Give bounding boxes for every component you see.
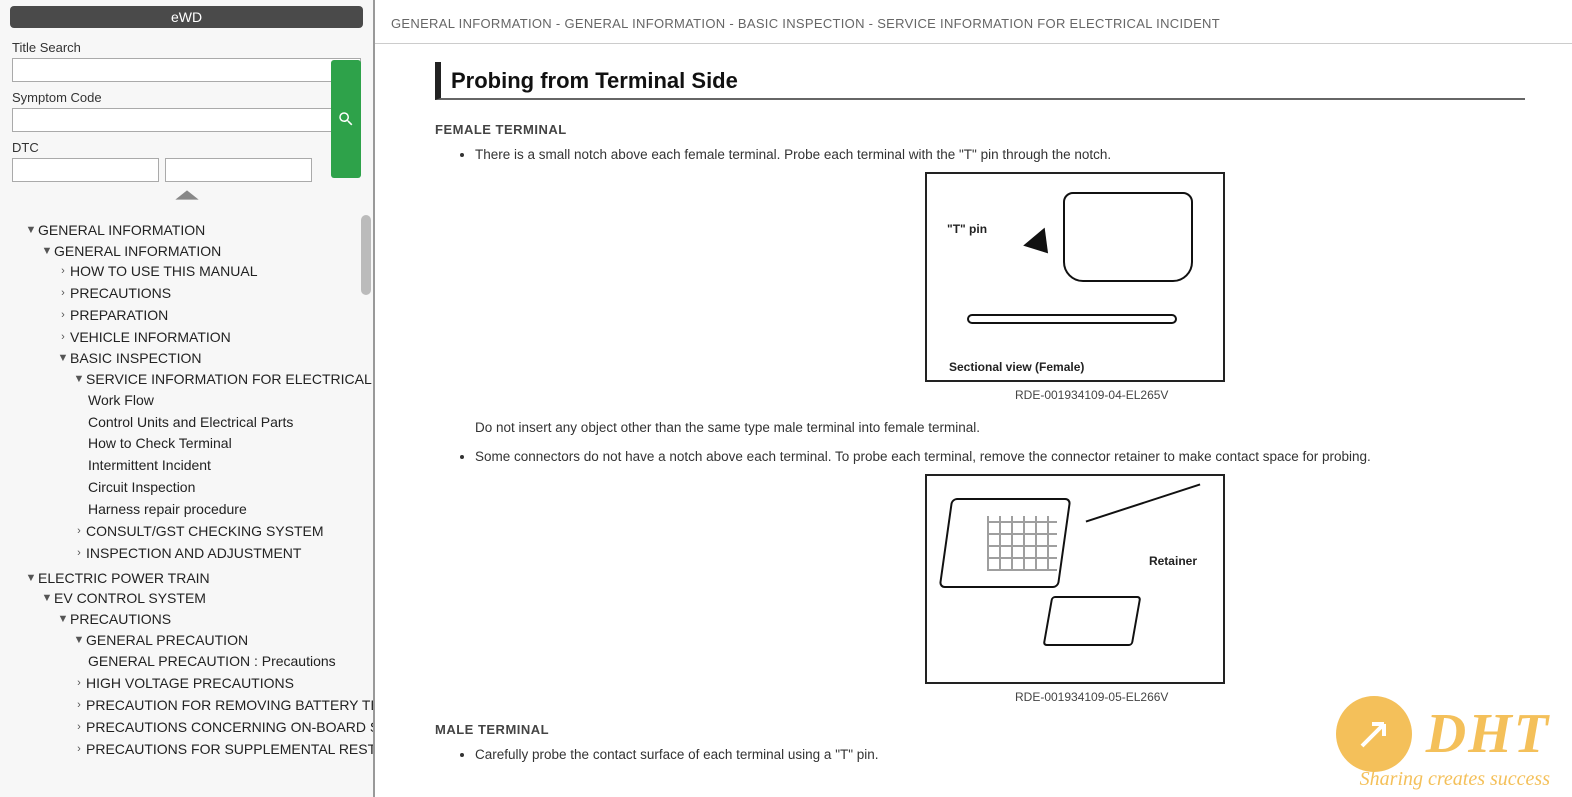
bullet-text: There is a small notch above each female… <box>475 147 1556 162</box>
tree-item[interactable]: ▼BASIC INSPECTION ▼SERVICE INFORMATION F… <box>56 347 373 564</box>
tree-leaf[interactable]: GENERAL PRECAUTION : Precautions <box>88 650 373 672</box>
dtc-label: DTC <box>12 140 361 155</box>
tree-item[interactable]: ›HOW TO USE THIS MANUAL <box>56 260 373 282</box>
tree-item[interactable]: ›PRECAUTIONS CONCERNING ON-BOARD SE <box>72 716 373 738</box>
ewd-button[interactable]: eWD <box>10 6 363 28</box>
symptom-code-select[interactable] <box>12 108 361 132</box>
tree-item[interactable]: ▼PRECAUTIONS ▼GENERAL PRECAUTION GENERAL… <box>56 608 373 762</box>
search-icon <box>337 110 355 128</box>
tree-item[interactable]: ›PRECAUTIONS <box>56 282 373 304</box>
figure-caption: RDE-001934109-04-EL265V <box>1015 388 1556 402</box>
dtc-input-2[interactable] <box>165 158 312 182</box>
bullet-text: Some connectors do not have a notch abov… <box>475 449 1556 464</box>
title-search-label: Title Search <box>12 40 361 55</box>
tree-leaf[interactable]: Circuit Inspection <box>88 476 373 498</box>
tree-item[interactable]: ›PRECAUTIONS FOR SUPPLEMENTAL RESTRA <box>72 738 373 760</box>
search-button[interactable] <box>331 60 361 178</box>
title-search-input[interactable] <box>12 58 361 82</box>
tree-leaf[interactable]: How to Check Terminal <box>88 432 373 454</box>
figure-female-terminal: "T" pin Sectional view (Female) <box>925 172 1225 382</box>
dtc-input-1[interactable] <box>12 158 159 182</box>
tree-item[interactable]: ▼GENERAL PRECAUTION GENERAL PRECAUTION :… <box>72 629 373 672</box>
tree-item[interactable]: ›CONSULT/GST CHECKING SYSTEM <box>72 520 373 542</box>
tree-item[interactable]: ▼ELECTRIC POWER TRAIN ▼EV CONTROL SYSTEM… <box>24 567 373 762</box>
tree-leaf[interactable]: Intermittent Incident <box>88 454 373 476</box>
tree-item[interactable]: ›PRECAUTIONS FOR TECHNICIANS USING M <box>72 759 373 762</box>
tree-item[interactable]: ›HIGH VOLTAGE PRECAUTIONS <box>72 672 373 694</box>
tree-scrollbar[interactable] <box>359 215 371 762</box>
tree-item[interactable]: ▼EV CONTROL SYSTEM ▼PRECAUTIONS ▼GENERAL… <box>40 587 373 762</box>
sidebar: eWD Title Search Symptom Code DTC <box>0 0 375 797</box>
collapse-handle[interactable] <box>0 182 373 209</box>
figure-label-sectional: Sectional view (Female) <box>949 360 1084 374</box>
nav-tree: ▼GENERAL INFORMATION ▼GENERAL INFORMATIO… <box>0 215 373 762</box>
tree-leaf[interactable]: Control Units and Electrical Parts <box>88 411 373 433</box>
chevron-up-icon <box>173 188 201 202</box>
tree-item[interactable]: ›PREPARATION <box>56 304 373 326</box>
search-panel: Title Search Symptom Code DTC <box>0 30 373 182</box>
tree-item[interactable]: ›INSPECTION AND ADJUSTMENT <box>72 542 373 564</box>
note-text: Do not insert any object other than the … <box>475 420 1556 435</box>
watermark-tagline: Sharing creates success <box>1336 768 1550 791</box>
page-title: Probing from Terminal Side <box>435 62 1525 100</box>
tree-item[interactable]: ▼GENERAL INFORMATION ▼GENERAL INFORMATIO… <box>24 219 373 567</box>
tree-item[interactable]: ›PRECAUTION FOR REMOVING BATTERY TER <box>72 694 373 716</box>
male-terminal-heading: MALE TERMINAL <box>435 722 1556 737</box>
tree-item[interactable]: ▼GENERAL INFORMATION ›HOW TO USE THIS MA… <box>40 240 373 566</box>
figure-label-tpin: "T" pin <box>947 222 987 236</box>
main-content: GENERAL INFORMATION - GENERAL INFORMATIO… <box>375 0 1572 797</box>
tree-leaf[interactable]: Work Flow <box>88 389 373 411</box>
tree-item[interactable]: ›VEHICLE INFORMATION <box>56 326 373 348</box>
breadcrumb: GENERAL INFORMATION - GENERAL INFORMATIO… <box>375 0 1572 39</box>
tree-item[interactable]: ▼SERVICE INFORMATION FOR ELECTRICAL IN W… <box>72 368 373 520</box>
scroll-thumb[interactable] <box>361 215 371 295</box>
bullet-text: Carefully probe the contact surface of e… <box>475 747 1556 762</box>
tree-leaf[interactable]: Harness repair procedure <box>88 498 373 520</box>
figure-caption: RDE-001934109-05-EL266V <box>1015 690 1556 704</box>
female-terminal-heading: FEMALE TERMINAL <box>435 122 1556 137</box>
divider <box>375 43 1572 44</box>
symptom-code-label: Symptom Code <box>12 90 361 105</box>
figure-connector-retainer: Retainer <box>925 474 1225 684</box>
figure-label-retainer: Retainer <box>1149 554 1197 568</box>
